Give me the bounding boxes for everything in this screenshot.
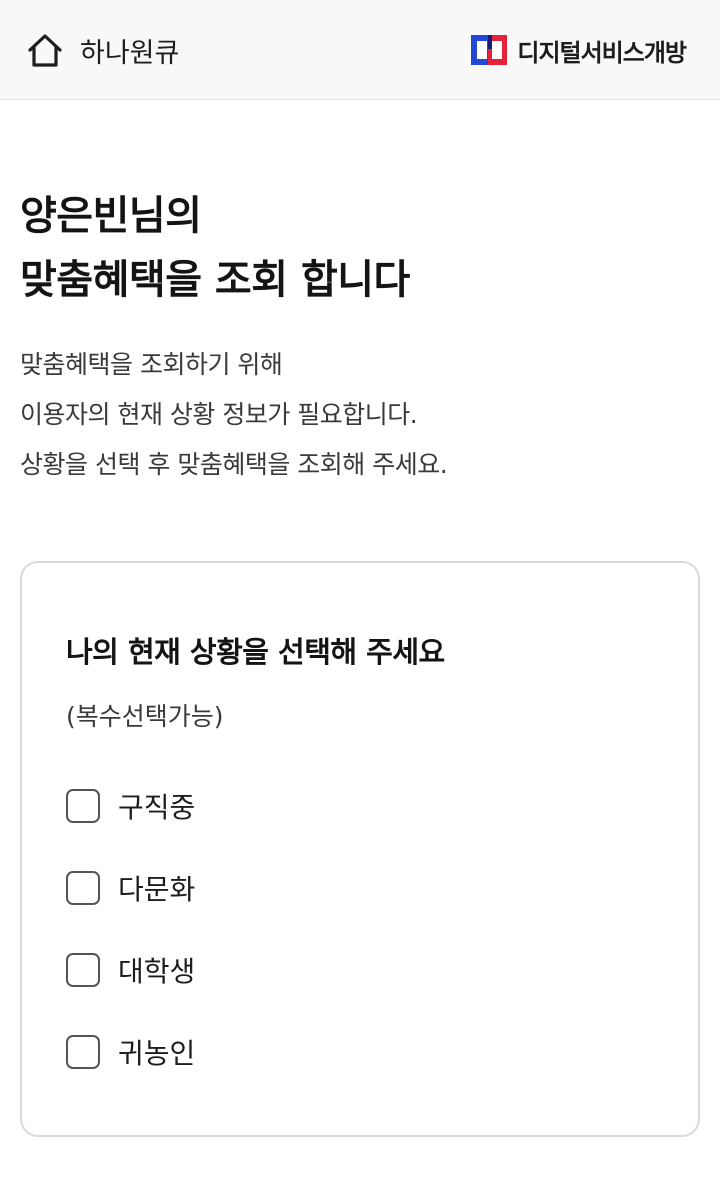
multicultural-checkbox[interactable] — [66, 871, 100, 905]
description-line-3: 상황을 선택 후 맞춤혜택을 조회해 주세요. — [20, 450, 448, 479]
top-header: 하나원큐 디지털서비스개방 — [0, 0, 720, 100]
description-line-1: 맞춤혜택을 조회하기 위해 — [20, 350, 283, 379]
brand-label: 디지털서비스개방 — [517, 38, 687, 67]
page-title-line-2: 맞춤혜택을 조회 합니다 — [20, 257, 410, 303]
option-multicultural[interactable]: 다문화 — [66, 868, 195, 908]
home-label: 하나원큐 — [80, 37, 180, 69]
returning-farmer-checkbox[interactable] — [66, 1035, 100, 1069]
description-line-2: 이용자의 현재 상황 정보가 필요합니다. — [20, 400, 418, 429]
page-title: 양은빈님의 맞춤혜택을 조회 합니다 — [20, 184, 410, 312]
home-icon — [26, 31, 64, 69]
situation-card-title: 나의 현재 상황을 선택해 주세요 — [66, 635, 445, 669]
brand-logo-icon — [471, 33, 508, 67]
college-student-checkbox[interactable] — [66, 953, 100, 987]
page-description: 맞춤혜택을 조회하기 위해 이용자의 현재 상황 정보가 필요합니다. 상황을 … — [20, 340, 448, 490]
home-button[interactable]: 하나원큐 — [26, 28, 179, 72]
option-job-seeking[interactable]: 구직중 — [66, 786, 195, 826]
job-seeking-checkbox[interactable] — [66, 789, 100, 823]
option-label: 대학생 — [118, 955, 196, 988]
multi-select-hint: (복수선택가능) — [66, 702, 224, 731]
page-title-line-1: 양은빈님의 — [20, 193, 202, 239]
option-label: 귀농인 — [118, 1037, 196, 1070]
situation-selection-card: 나의 현재 상황을 선택해 주세요 (복수선택가능) 구직중 다문화 대학생 귀… — [20, 561, 700, 1137]
option-label: 구직중 — [118, 791, 196, 824]
option-college-student[interactable]: 대학생 — [66, 950, 195, 990]
option-label: 다문화 — [118, 873, 196, 906]
digital-service-logo: 디지털서비스개방 — [471, 32, 687, 68]
option-returning-farmer[interactable]: 귀농인 — [66, 1032, 195, 1072]
